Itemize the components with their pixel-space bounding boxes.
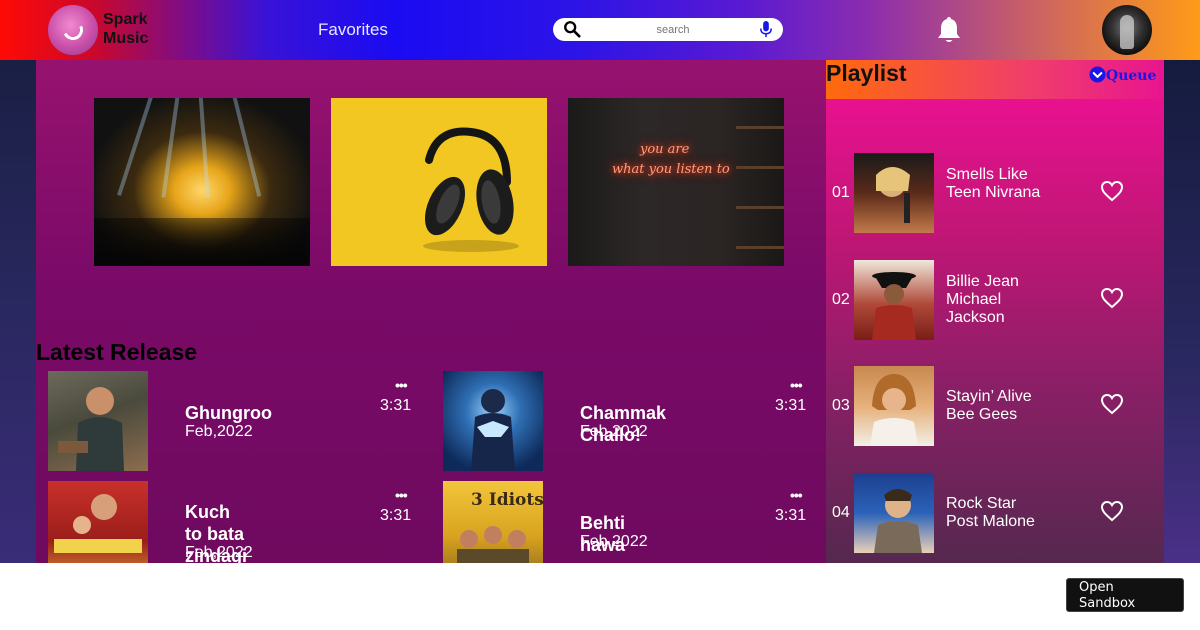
search-bar — [553, 18, 783, 41]
playlist-track[interactable]: 04 Rock Star Post Malone — [826, 473, 1164, 553]
notification-bell-icon[interactable] — [935, 15, 963, 45]
playlist-track[interactable]: 01 Smells Like Teen Nivrana — [826, 153, 1164, 233]
neon-sign-text: you are what you listen to — [612, 142, 730, 177]
heart-icon[interactable] — [1100, 180, 1124, 202]
logo-line-2: Music — [103, 30, 149, 47]
footer-bar: Open Sandbox — [0, 563, 1200, 630]
track-title[interactable]: Smells Like Teen Nivrana — [946, 166, 1046, 202]
more-options-icon[interactable]: ••• — [395, 487, 408, 503]
neon-sign-banner-image[interactable]: you are what you listen to — [568, 98, 784, 266]
song-date: Feb,2022 — [580, 533, 648, 550]
open-sandbox-button[interactable]: Open Sandbox — [1066, 578, 1184, 612]
nav-favorites-link[interactable]: Favorites — [318, 20, 388, 40]
queue-label: Queue — [1106, 68, 1157, 84]
track-number: 02 — [832, 291, 850, 308]
logo-icon[interactable] — [48, 5, 98, 55]
concert-banner-image[interactable] — [94, 98, 310, 266]
microphone-icon[interactable] — [759, 21, 773, 38]
track-artwork[interactable] — [854, 366, 934, 446]
search-icon[interactable] — [563, 20, 581, 38]
song-thumbnail[interactable] — [443, 371, 543, 471]
right-background-band — [1164, 60, 1200, 563]
track-title[interactable]: Stayin’ Alive Bee Gees — [946, 388, 1046, 424]
logo-line-1: Spark — [103, 11, 148, 28]
left-background-band — [0, 60, 36, 563]
song-date: Feb,2022 — [580, 423, 648, 440]
track-number: 04 — [832, 504, 850, 521]
main-content: you are what you listen to Latest Releas… — [36, 60, 826, 581]
more-options-icon[interactable]: ••• — [790, 377, 803, 393]
user-avatar[interactable] — [1102, 5, 1152, 55]
song-duration: 3:31 — [380, 507, 412, 524]
playlist-track[interactable]: 03 Stayin’ Alive Bee Gees — [826, 366, 1164, 446]
song-duration: 3:31 — [775, 507, 807, 524]
track-number: 03 — [832, 397, 850, 414]
playlist-track[interactable]: 02 Billie Jean Michael Jackson — [826, 260, 1164, 340]
playlist-panel: Playlist Queue 01 Smells Like Teen Nivra… — [826, 60, 1164, 563]
top-header: Spark Music Favorites — [0, 0, 1200, 60]
track-title[interactable]: Rock Star Post Malone — [946, 495, 1046, 531]
chevron-down-circle-icon — [1089, 66, 1106, 83]
song-date: Feb,2022 — [185, 423, 253, 440]
playlist-header: Playlist Queue — [826, 60, 1164, 99]
search-input[interactable] — [593, 21, 753, 38]
more-options-icon[interactable]: ••• — [790, 487, 803, 503]
song-duration: 3:31 — [380, 397, 412, 414]
latest-release-heading: Latest Release — [36, 339, 198, 365]
track-artwork[interactable] — [854, 473, 934, 553]
more-options-icon[interactable]: ••• — [395, 377, 408, 393]
track-number: 01 — [832, 184, 850, 201]
song-title[interactable]: Ghungroo — [185, 402, 272, 424]
queue-button[interactable]: Queue — [1089, 66, 1156, 84]
playlist-title: Playlist — [826, 60, 907, 86]
app-logo-text[interactable]: Spark Music — [103, 10, 148, 48]
svg-text:3 Idiots: 3 Idiots — [471, 490, 543, 510]
track-artwork[interactable] — [854, 153, 934, 233]
heart-icon[interactable] — [1100, 500, 1124, 522]
track-artwork[interactable] — [854, 260, 934, 340]
headphones-banner-image[interactable] — [331, 98, 547, 266]
heart-icon[interactable] — [1100, 287, 1124, 309]
heart-icon[interactable] — [1100, 393, 1124, 415]
track-title[interactable]: Billie Jean Michael Jackson — [946, 273, 1046, 327]
song-date: Feb,2022 — [185, 544, 253, 561]
song-duration: 3:31 — [775, 397, 807, 414]
song-thumbnail[interactable] — [48, 371, 148, 471]
